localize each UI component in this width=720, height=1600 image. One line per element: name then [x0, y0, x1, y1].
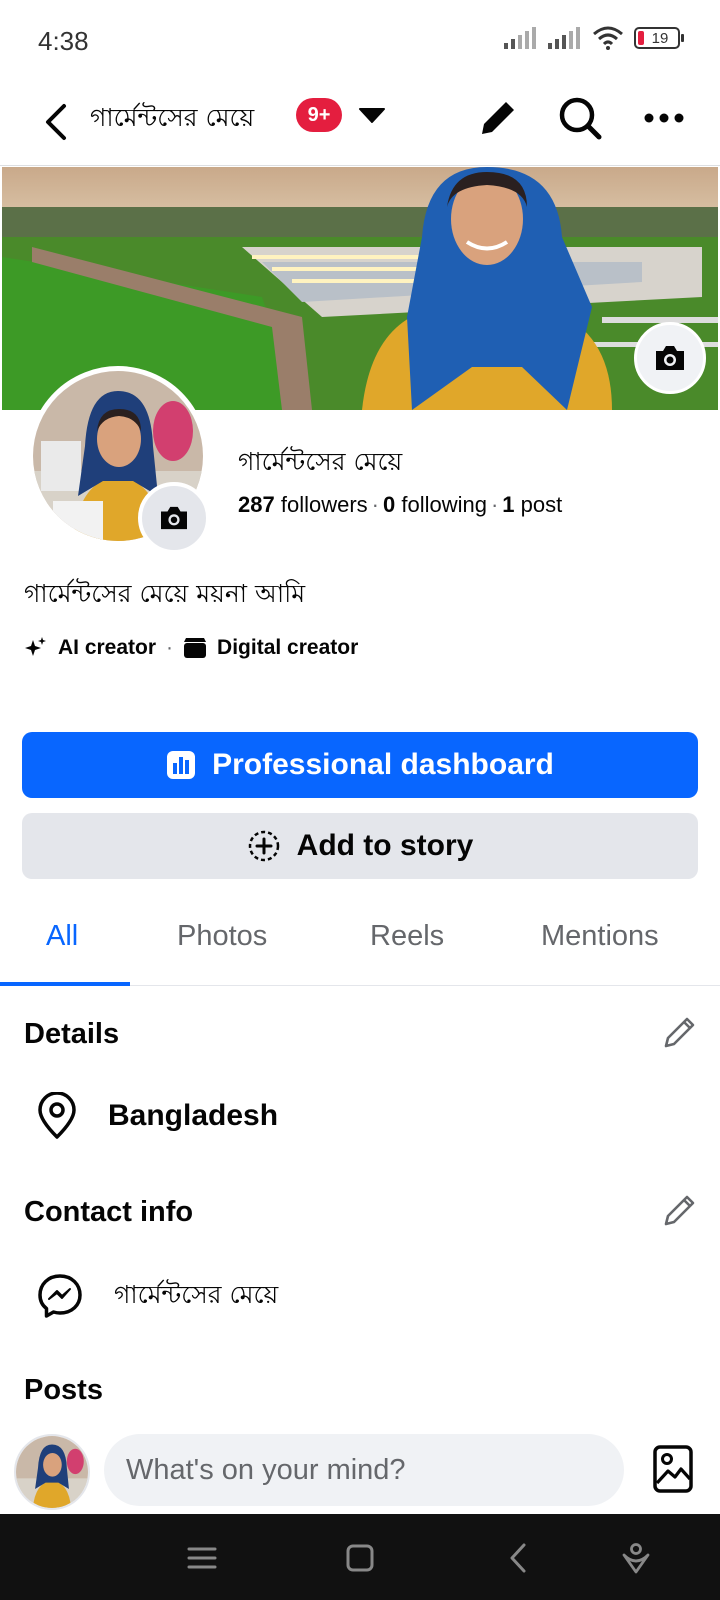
signal-icon — [504, 27, 536, 49]
profile-bio: গার্মেন্টসের মেয়ে ময়না আমি — [24, 579, 306, 608]
tab-all[interactable]: All — [46, 920, 78, 953]
details-title: Details — [24, 1018, 120, 1050]
camera-icon — [161, 506, 187, 530]
avatar-camera-button[interactable] — [138, 482, 210, 554]
tab-photos[interactable]: Photos — [177, 920, 267, 953]
edit-details-button[interactable] — [656, 1008, 704, 1056]
category-digital-creator: Digital creator — [183, 636, 358, 660]
back-icon — [510, 1543, 526, 1573]
notification-badge[interactable]: 9+ — [296, 98, 342, 132]
profile-stats: 287 followers · 0 following · 1 post — [238, 492, 562, 518]
back-button[interactable] — [26, 92, 86, 152]
button-label: Professional dashboard — [212, 748, 554, 781]
profile-categories: AI creator · Digital creator — [24, 636, 358, 660]
avatar-image — [16, 1436, 88, 1508]
profile-name: গার্মেন্টসের মেয়ে — [238, 447, 403, 476]
more-options-button[interactable] — [636, 90, 692, 146]
search-button[interactable] — [552, 90, 608, 146]
profile-tabs: All Photos Reels Mentions — [0, 898, 720, 986]
battery-level: 19 — [651, 29, 669, 47]
sparkle-icon — [25, 637, 46, 656]
category-label: AI creator — [58, 636, 157, 659]
camera-icon — [656, 346, 684, 370]
status-icons: 19 — [504, 26, 684, 50]
page-title[interactable]: গার্মেন্টসের মেয়ে — [90, 98, 254, 141]
active-tab-indicator — [0, 982, 130, 986]
followers-label[interactable]: followers — [281, 492, 368, 517]
tab-reels[interactable]: Reels — [370, 920, 444, 953]
edit-contact-button[interactable] — [656, 1186, 704, 1234]
location-text: Bangladesh — [108, 1099, 279, 1132]
stat-separator: · — [371, 492, 379, 517]
nav-assistant-button[interactable] — [612, 1534, 660, 1582]
edit-profile-button[interactable] — [470, 90, 526, 146]
nav-back-button[interactable] — [494, 1534, 542, 1582]
caret-down-icon — [359, 108, 385, 123]
button-label: Add to story — [296, 829, 474, 862]
professional-dashboard-button[interactable]: Professional dashboard — [22, 732, 698, 798]
photo-icon — [653, 1445, 693, 1493]
status-time: 4:38 — [38, 26, 89, 56]
system-nav-bar — [0, 1514, 720, 1600]
detail-location: Bangladesh — [36, 1092, 278, 1140]
contact-info-title: Contact info — [24, 1196, 194, 1228]
home-square-icon — [346, 1544, 374, 1572]
nav-home-button[interactable] — [336, 1534, 384, 1582]
contact-messenger[interactable]: গার্মেন্টসের মেয়ে — [36, 1272, 278, 1320]
add-to-story-button[interactable]: Add to story — [22, 813, 698, 879]
more-icon — [644, 113, 684, 123]
posts-label: post — [520, 492, 563, 517]
clapperboard-icon — [184, 638, 207, 658]
following-label[interactable]: following — [401, 492, 487, 517]
wifi-icon — [593, 26, 623, 50]
battery-icon: 19 — [634, 27, 684, 49]
add-photo-button[interactable] — [648, 1442, 698, 1496]
status-bar: 4:38 19 — [0, 0, 720, 80]
nav-menu-button[interactable] — [178, 1534, 226, 1582]
back-arrow-icon — [46, 104, 66, 140]
category-separator: · — [166, 636, 174, 659]
messenger-icon — [38, 1274, 82, 1318]
search-icon — [559, 97, 602, 140]
category-ai-creator: AI creator — [24, 636, 156, 660]
stat-separator: · — [490, 492, 499, 517]
bar-chart-icon — [167, 751, 196, 779]
posts-title: Posts — [24, 1374, 103, 1406]
pencil-icon — [482, 102, 514, 134]
messenger-name: গার্মেন্টসের মেয়ে — [114, 1279, 279, 1309]
profile-switcher-button[interactable] — [354, 100, 390, 130]
composer-avatar[interactable] — [14, 1434, 90, 1510]
pencil-icon — [664, 1017, 695, 1048]
app-bar: গার্মেন্টসের মেয়ে 9+ — [0, 80, 720, 166]
following-count[interactable]: 0 — [383, 492, 395, 517]
plus-circle-icon — [248, 830, 279, 862]
category-label: Digital creator — [217, 636, 359, 659]
posts-count: 1 — [502, 492, 515, 517]
tab-mentions[interactable]: Mentions — [541, 920, 659, 953]
location-pin-icon — [38, 1092, 76, 1139]
followers-count[interactable]: 287 — [238, 492, 275, 517]
cover-camera-button[interactable] — [634, 322, 706, 394]
assistant-icon — [622, 1543, 650, 1574]
menu-icon — [187, 1547, 217, 1569]
pencil-icon — [664, 1195, 695, 1226]
whats-on-your-mind-input[interactable]: What's on your mind? — [104, 1434, 624, 1506]
signal-icon — [548, 27, 580, 49]
